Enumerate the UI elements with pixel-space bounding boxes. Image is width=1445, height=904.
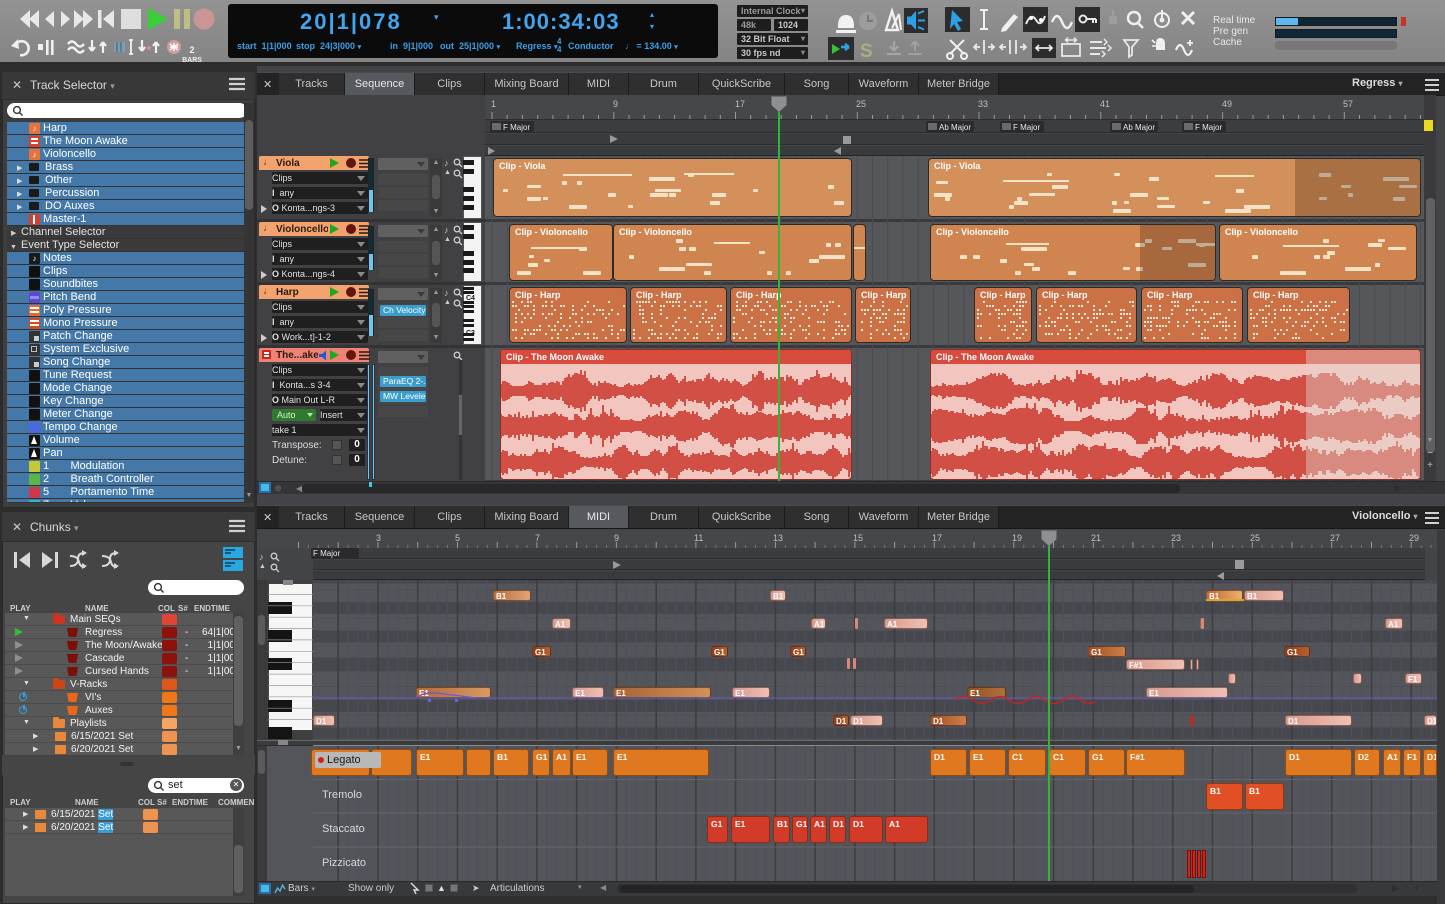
svg-text:S: S xyxy=(860,41,873,60)
